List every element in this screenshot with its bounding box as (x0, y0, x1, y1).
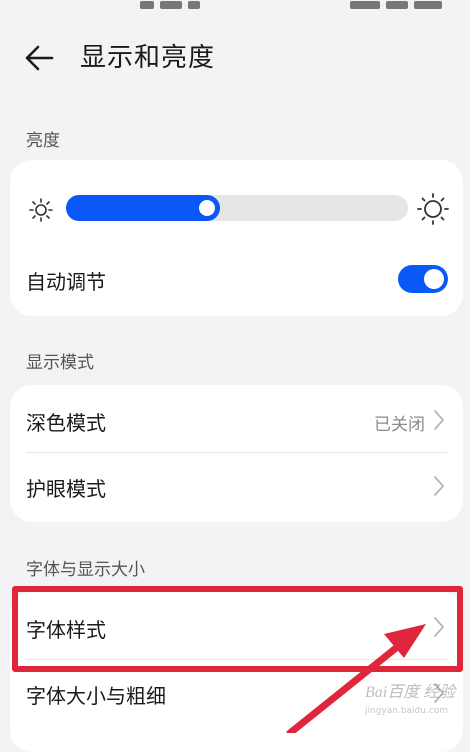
brightness-slider-thumb[interactable] (199, 200, 215, 216)
baidu-jingyan-watermark: Bai百度 经验 jingyan.baidu.com (355, 676, 460, 722)
dark-mode-label: 深色模式 (26, 411, 106, 435)
watermark-brand: Bai百度 经验 (365, 684, 456, 701)
header: 显示和亮度 (0, 30, 470, 86)
status-bar (0, 0, 470, 14)
brightness-card: 自动调节 (10, 160, 463, 316)
chevron-right-icon (434, 410, 444, 430)
section-label-font-display: 字体与显示大小 (26, 560, 145, 580)
back-button[interactable] (22, 40, 62, 76)
arrow-left-icon (25, 45, 54, 71)
dark-mode-value: 已关闭 (374, 415, 425, 435)
toggle-knob (424, 269, 444, 289)
eye-comfort-label: 护眼模式 (26, 477, 106, 501)
page-title: 显示和亮度 (80, 43, 216, 73)
auto-adjust-toggle[interactable] (398, 265, 448, 293)
brightness-slider-fill (66, 195, 220, 221)
chevron-right-icon (434, 617, 444, 637)
font-size-weight-label: 字体大小与粗细 (26, 684, 166, 708)
sun-large-icon (417, 193, 449, 225)
font-style-row[interactable]: 字体样式 (10, 594, 463, 660)
eye-comfort-row[interactable]: 护眼模式 (10, 453, 463, 519)
status-icons-right (350, 0, 460, 9)
status-icons-left (140, 0, 220, 9)
sun-small-icon (29, 198, 53, 222)
chevron-right-icon (434, 476, 444, 496)
section-label-display-mode: 显示模式 (26, 353, 94, 373)
brightness-slider[interactable] (66, 195, 408, 221)
dark-mode-row[interactable]: 深色模式 已关闭 (10, 387, 463, 453)
watermark-url: jingyan.baidu.com (365, 706, 449, 716)
auto-adjust-label: 自动调节 (26, 270, 106, 294)
section-label-brightness: 亮度 (26, 131, 60, 151)
display-mode-card: 深色模式 已关闭 护眼模式 (10, 385, 463, 522)
font-display-card: 字体样式 字体大小与粗细 (10, 592, 463, 752)
font-style-label: 字体样式 (26, 618, 106, 642)
